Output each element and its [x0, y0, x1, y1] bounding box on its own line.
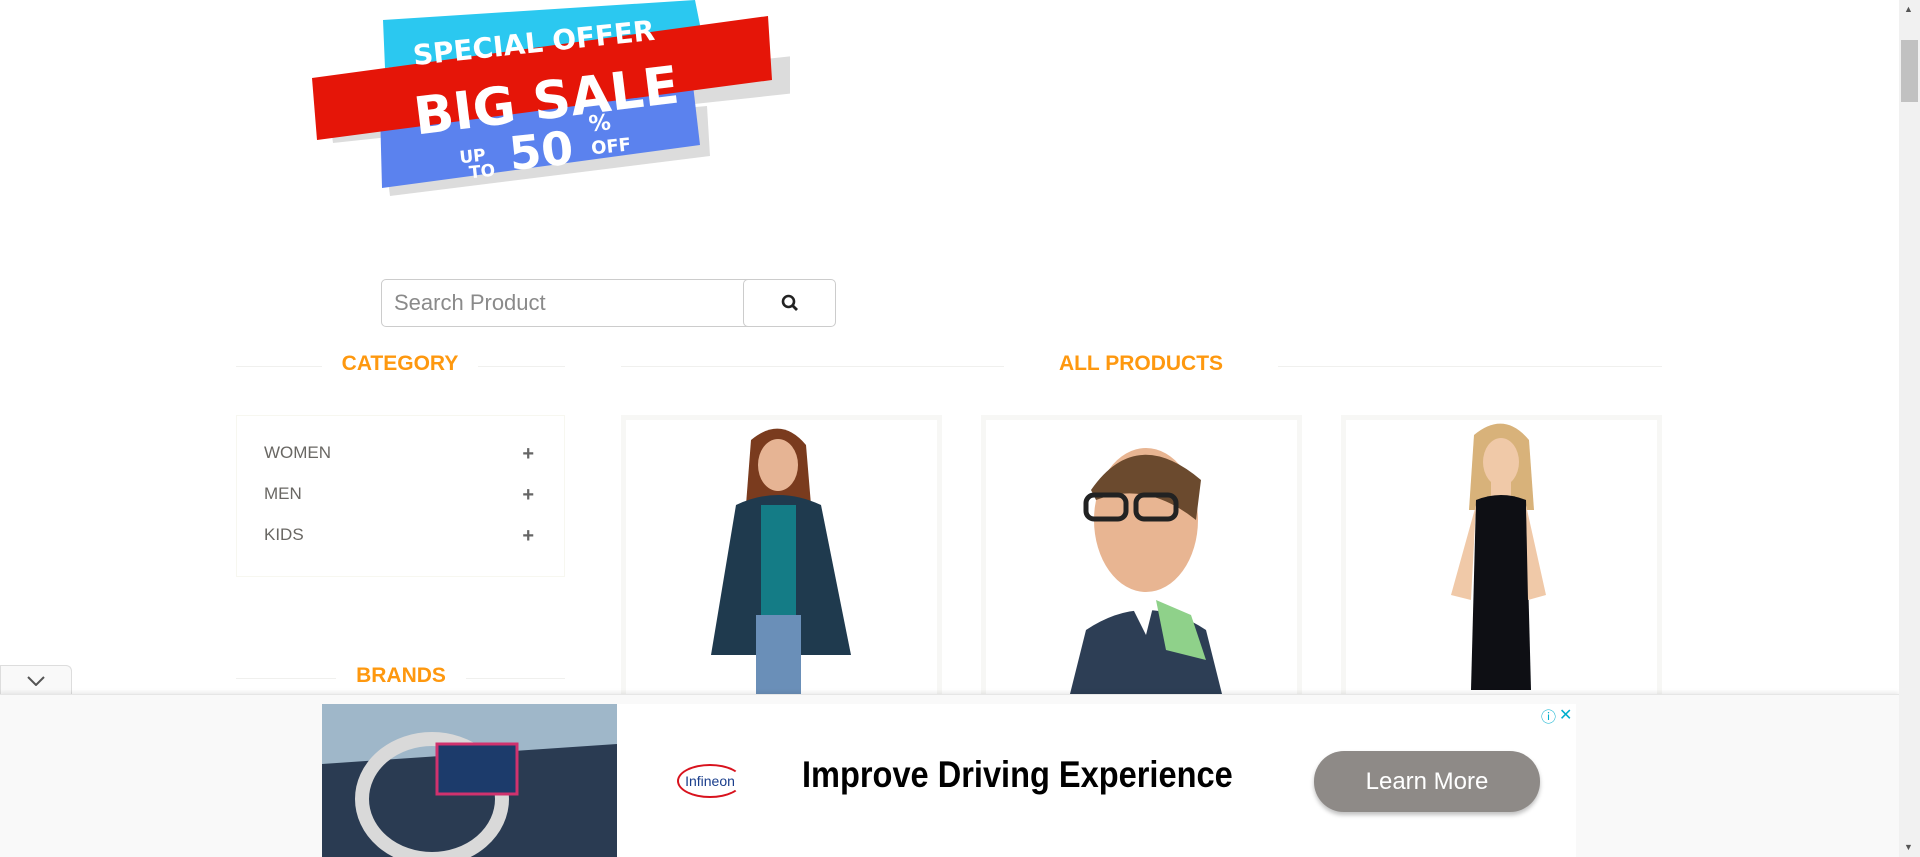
svg-text:%: % — [587, 110, 612, 137]
category-label: KIDS — [264, 525, 304, 544]
svg-text:OFF: OFF — [590, 134, 632, 159]
category-list: WOMEN + MEN + KIDS + — [236, 415, 565, 577]
svg-text:50: 50 — [507, 120, 576, 180]
ad-info-icon[interactable]: ⓘ — [1541, 706, 1556, 727]
category-item-men[interactable]: MEN + — [264, 484, 534, 507]
scrollbar[interactable]: ▲ ▼ — [1899, 0, 1920, 857]
category-item-women[interactable]: WOMEN + — [264, 443, 534, 466]
plus-icon[interactable]: + — [522, 443, 534, 466]
product-card[interactable] — [621, 415, 942, 695]
product-card[interactable] — [981, 415, 1302, 695]
ad-headline[interactable]: Improve Driving Experience — [802, 754, 1233, 796]
plus-icon[interactable]: + — [522, 484, 534, 507]
svg-text:TO: TO — [468, 161, 496, 184]
big-sale-banner[interactable]: SPECIAL OFFER BIG SALE UP TO 50 % OFF — [310, 0, 790, 196]
product-image-woman-cardigan — [711, 428, 851, 695]
search-button[interactable] — [743, 279, 836, 327]
plus-icon[interactable]: + — [522, 525, 534, 548]
advertisement[interactable]: Infineon Improve Driving Experience Lear… — [322, 704, 1576, 857]
category-heading: CATEGORY — [322, 352, 478, 376]
product-image-woman-black-dress — [1451, 423, 1546, 690]
collapse-ad-button[interactable] — [0, 665, 72, 695]
ad-close-icon[interactable]: ✕ — [1559, 705, 1572, 725]
category-item-kids[interactable]: KIDS + — [264, 525, 534, 548]
brands-heading: BRANDS — [336, 664, 466, 688]
product-image-man-glasses — [1069, 448, 1223, 695]
search-input[interactable] — [381, 279, 751, 327]
infineon-logo: Infineon — [677, 764, 743, 798]
ad-image-car-interior — [322, 704, 617, 857]
scroll-down-icon[interactable]: ▼ — [1904, 842, 1913, 852]
category-label: MEN — [264, 484, 302, 503]
category-label: WOMEN — [264, 443, 332, 462]
scrollbar-thumb[interactable] — [1901, 40, 1918, 102]
scroll-up-icon[interactable]: ▲ — [1904, 4, 1913, 14]
search-icon — [781, 294, 798, 311]
all-products-heading: ALL PRODUCTS — [1004, 352, 1278, 376]
product-card[interactable] — [1341, 415, 1662, 695]
learn-more-button[interactable]: Learn More — [1314, 751, 1540, 812]
chevron-down-icon — [27, 675, 45, 686]
